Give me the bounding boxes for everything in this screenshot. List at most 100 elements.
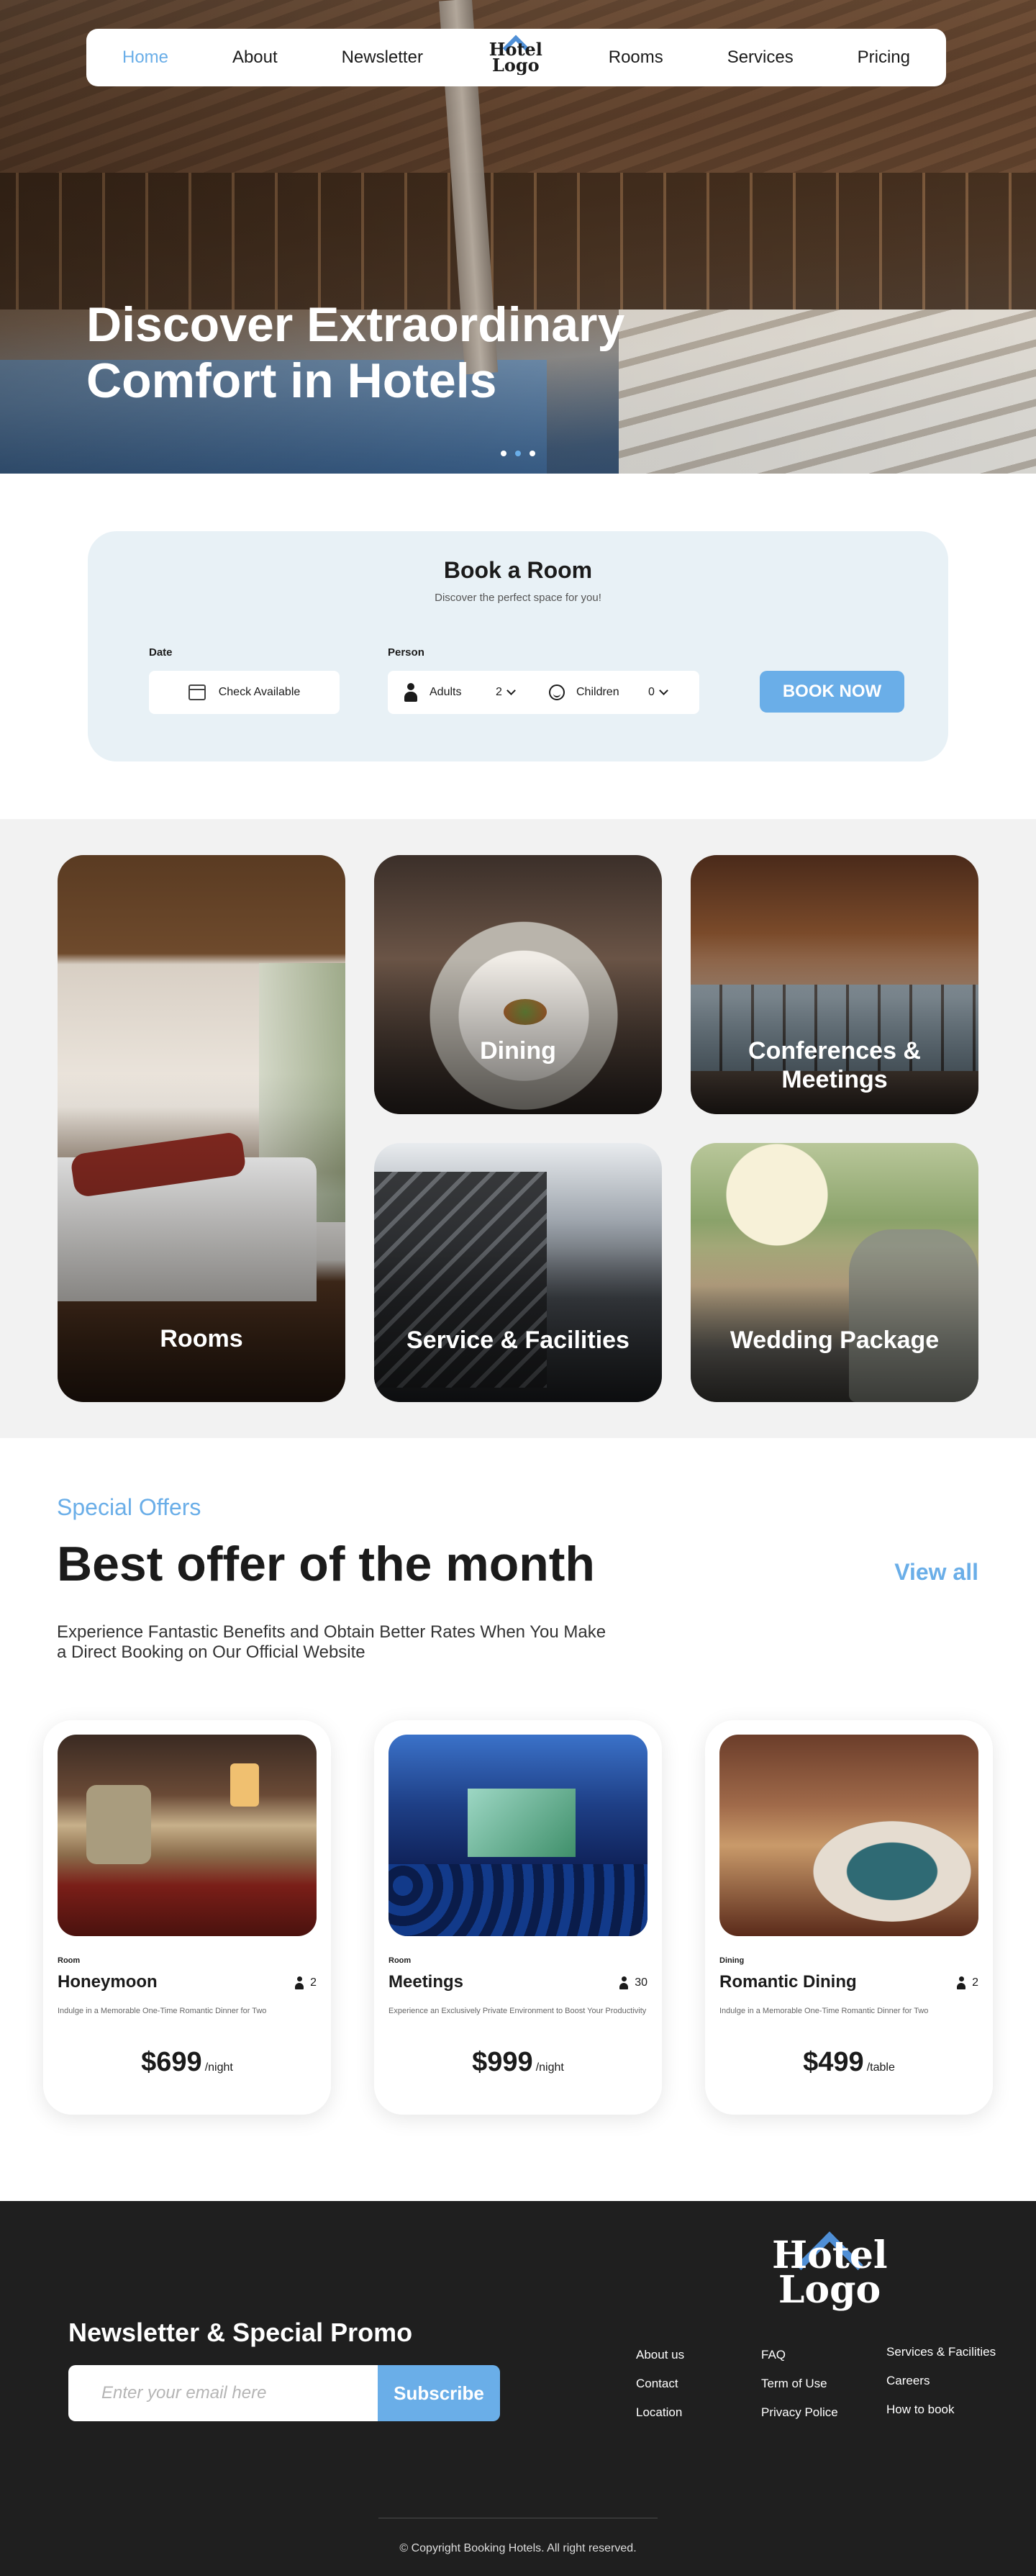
offer-price: $999/night bbox=[374, 2047, 662, 2078]
hero-section: Home About Newsletter Hotel Logo Rooms S… bbox=[0, 0, 1036, 474]
logo-line-2: Logo bbox=[492, 55, 540, 76]
footer-link-services[interactable]: Services & Facilities bbox=[886, 2345, 996, 2359]
top-navbar: Home About Newsletter Hotel Logo Rooms S… bbox=[86, 29, 946, 86]
subscribe-button[interactable]: Subscribe bbox=[378, 2365, 500, 2421]
footer-link-contact[interactable]: Contact bbox=[636, 2377, 684, 2391]
offer-category: Room bbox=[58, 1956, 81, 1965]
hotel-logo[interactable]: Hotel Logo bbox=[487, 35, 545, 78]
footer-link-location[interactable]: Location bbox=[636, 2405, 684, 2420]
footer-logo[interactable]: Hotel Logo bbox=[772, 2231, 888, 2312]
newsletter-form: Subscribe bbox=[68, 2365, 500, 2421]
offer-image-plate bbox=[813, 1821, 971, 1922]
category-card-conferences[interactable]: Conferences & Meetings bbox=[691, 855, 978, 1114]
category-label: Conferences & Meetings bbox=[748, 1037, 921, 1093]
card-overlay bbox=[374, 1143, 662, 1402]
offer-card-honeymoon[interactable]: Room Honeymoon 2 Indulge in a Memorable … bbox=[43, 1720, 331, 2115]
child-face-icon bbox=[549, 684, 565, 700]
footer-link-about-us[interactable]: About us bbox=[636, 2348, 684, 2362]
footer-logo-text: Hotel Logo bbox=[772, 2237, 888, 2312]
nav-item-pricing[interactable]: Pricing bbox=[858, 48, 910, 68]
offer-name: Honeymoon bbox=[58, 1972, 158, 1992]
offers-heading: Best offer of the month bbox=[57, 1537, 595, 1591]
offer-category: Room bbox=[388, 1956, 412, 1965]
offer-image bbox=[719, 1735, 978, 1936]
date-label: Date bbox=[149, 646, 173, 659]
copyright-text: © Copyright Booking Hotels. All right re… bbox=[399, 2542, 637, 2554]
price-value: $499 bbox=[803, 2047, 864, 2077]
footer-link-privacy[interactable]: Privacy Police bbox=[761, 2405, 838, 2420]
category-card-services[interactable]: Service & Facilities bbox=[374, 1143, 662, 1402]
offer-description: Experience an Exclusively Private Enviro… bbox=[388, 2007, 647, 2015]
carousel-dot[interactable] bbox=[501, 451, 506, 456]
category-card-dining[interactable]: Dining bbox=[374, 855, 662, 1114]
offers-kicker: Special Offers bbox=[57, 1494, 201, 1520]
price-value: $999 bbox=[472, 2047, 533, 2077]
booking-card: Book a Room Discover the perfect space f… bbox=[88, 531, 948, 761]
nav-item-about[interactable]: About bbox=[232, 48, 278, 68]
footer-link-careers[interactable]: Careers bbox=[886, 2374, 996, 2388]
footer-link-terms[interactable]: Term of Use bbox=[761, 2377, 838, 2391]
price-value: $699 bbox=[141, 2047, 202, 2077]
footer-links-column-2: FAQ Term of Use Privacy Police bbox=[761, 2348, 838, 2420]
footer-link-how-to-book[interactable]: How to book bbox=[886, 2403, 996, 2417]
adults-label: Adults bbox=[430, 686, 462, 698]
offer-image bbox=[58, 1735, 317, 1936]
carousel-dot-active[interactable] bbox=[515, 451, 521, 456]
card-overlay bbox=[691, 1143, 978, 1402]
offer-guests: 2 bbox=[956, 1976, 978, 1989]
offer-price: $499/table bbox=[705, 2047, 993, 2078]
email-input[interactable] bbox=[68, 2365, 378, 2421]
footer-link-faq[interactable]: FAQ bbox=[761, 2348, 838, 2362]
carousel-dot[interactable] bbox=[530, 451, 535, 456]
view-all-link[interactable]: View all bbox=[894, 1559, 978, 1586]
newsletter-title: Newsletter & Special Promo bbox=[68, 2318, 413, 2347]
logo-line-2: Logo bbox=[778, 2268, 881, 2312]
category-label: Dining bbox=[480, 1037, 556, 1065]
footer: Hotel Logo Newsletter & Special Promo Su… bbox=[0, 2201, 1036, 2576]
children-label: Children bbox=[576, 686, 619, 698]
card-overlay bbox=[58, 855, 345, 1402]
person-icon bbox=[619, 1976, 629, 1989]
offer-image bbox=[388, 1735, 648, 1936]
date-picker[interactable]: Check Available bbox=[149, 671, 340, 714]
booking-section: Book a Room Discover the perfect space f… bbox=[0, 474, 1036, 819]
booking-title: Book a Room bbox=[443, 557, 593, 583]
offers-description: Experience Fantastic Benefits and Obtain… bbox=[57, 1622, 606, 1662]
date-value: Check Available bbox=[218, 686, 301, 698]
person-icon bbox=[956, 1976, 966, 1989]
children-select[interactable]: 0 bbox=[648, 686, 668, 699]
offer-guest-count: 2 bbox=[310, 1976, 317, 1989]
category-label: Wedding Package bbox=[730, 1327, 940, 1354]
price-unit: /night bbox=[204, 2061, 233, 2074]
chevron-down-icon bbox=[659, 686, 668, 695]
person-selector: Adults 2 Children 0 bbox=[388, 671, 699, 714]
offer-guests: 2 bbox=[294, 1976, 317, 1989]
category-label: Service & Facilities bbox=[406, 1327, 630, 1354]
adults-value: 2 bbox=[496, 686, 502, 698]
category-card-wedding[interactable]: Wedding Package bbox=[691, 1143, 978, 1402]
booking-subtitle: Discover the perfect space for you! bbox=[435, 592, 601, 604]
footer-links-column-3: Services & Facilities Careers How to boo… bbox=[886, 2345, 996, 2417]
book-now-button[interactable]: BOOK NOW bbox=[760, 671, 904, 713]
offer-image-screen bbox=[468, 1789, 576, 1857]
chevron-down-icon bbox=[506, 686, 516, 695]
nav-item-rooms[interactable]: Rooms bbox=[609, 48, 663, 68]
nav-item-services[interactable]: Services bbox=[727, 48, 794, 68]
offer-guest-count: 30 bbox=[635, 1976, 648, 1989]
offer-price: $699/night bbox=[43, 2047, 331, 2078]
offer-card-meetings[interactable]: Room Meetings 30 Experience an Exclusive… bbox=[374, 1720, 662, 2115]
category-card-rooms[interactable]: Rooms bbox=[58, 855, 345, 1402]
calendar-icon bbox=[188, 684, 206, 700]
offer-card-romantic-dining[interactable]: Dining Romantic Dining 2 Indulge in a Me… bbox=[705, 1720, 993, 2115]
nav-item-home[interactable]: Home bbox=[122, 48, 168, 68]
categories-section: Rooms Dining Conferences & Meetings Serv… bbox=[0, 819, 1036, 1438]
category-label: Rooms bbox=[160, 1325, 243, 1352]
person-icon bbox=[294, 1976, 304, 1989]
card-overlay bbox=[374, 855, 662, 1114]
nav-item-newsletter[interactable]: Newsletter bbox=[342, 48, 423, 68]
hero-carousel-dots bbox=[501, 451, 535, 456]
adults-select[interactable]: 2 bbox=[496, 686, 549, 699]
children-value: 0 bbox=[648, 686, 655, 698]
hero-title: Discover Extraordinary Comfort in Hotels bbox=[86, 297, 625, 408]
offer-image-chair bbox=[86, 1785, 151, 1864]
